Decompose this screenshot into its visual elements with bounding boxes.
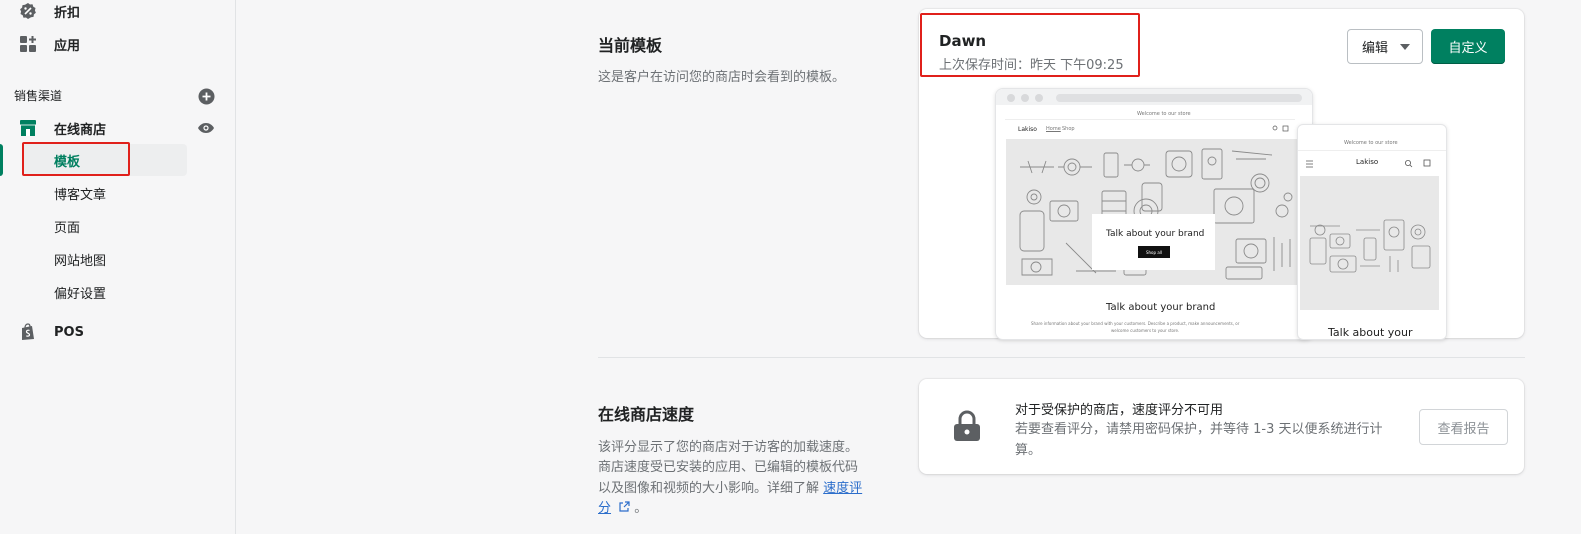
caret-down-icon [1400,44,1410,50]
preview-store-name-mobile: Lakiso [1356,158,1379,166]
sidebar-item-label: 网站地图 [54,253,107,269]
add-channel-icon[interactable] [196,86,216,106]
speed-score-link[interactable]: 速度评 [823,481,862,496]
sidebar-item-apps[interactable]: 应用 [0,30,236,58]
speed-unavailable-title: 对于受保护的商店，速度评分不可用 [1015,403,1224,418]
sidebar-item-label: 折扣 [54,5,81,21]
sidebar-item-label: 页面 [54,220,81,236]
sidebar-item-label: POS [54,324,84,340]
preview-mobile-heading: Talk about your [1328,326,1413,339]
sidebar: 折扣 应用 销售渠道 在线商店 模板 博客文章 页面 网站地图 偏好设置 POS [0,0,236,534]
store-icon [18,118,38,138]
sidebar-item-label: 偏好设置 [54,286,107,302]
external-link-icon[interactable] [615,501,634,516]
sidebar-item-label: 应用 [54,38,81,54]
theme-preview-mobile: Welcome to our store Lakiso Talk about y… [1297,124,1447,340]
preview-text-line-1: Share information about your brand with … [1031,321,1240,326]
discount-icon [18,1,38,21]
view-report-button[interactable]: 查看报告 [1419,409,1508,445]
lock-icon [952,410,982,446]
preview-banner-heading: Talk about your brand [1106,229,1205,239]
desc-text: 以及图像和视频的大小影响。详细了解 [598,481,820,496]
preview-nav-home: Home [1046,126,1061,132]
sidebar-item-label: 在线商店 [54,122,107,138]
sidebar-item-preferences[interactable]: 偏好设置 [22,276,187,308]
sidebar-item-label: 模板 [54,154,81,170]
preview-announcement: Welcome to our store [1137,111,1191,117]
hero-overlay-card [1092,214,1215,270]
sales-channels-title: 销售渠道 [14,89,63,103]
sidebar-item-discounts[interactable]: 折扣 [0,0,236,25]
sidebar-item-themes[interactable]: 模板 [22,144,187,176]
edit-dropdown-button[interactable]: 编辑 [1347,29,1423,64]
preview-nav-shop: Shop [1062,126,1075,132]
sidebar-item-navigation[interactable]: 网站地图 [22,243,187,275]
preview-banner-button: Shop all [1138,246,1170,258]
active-indicator [0,144,3,176]
store-speed-desc-line-4: 分 。 [598,499,647,519]
current-theme-title: 当前模板 [598,36,663,55]
desc-end: 。 [634,501,648,516]
customize-button[interactable]: 自定义 [1431,29,1505,64]
store-speed-desc-line-2: 商店速度受已安装的应用、已编辑的模板代码 [598,460,859,475]
hero-illustration-mobile [1300,176,1439,310]
speed-unavailable-desc: 若要查看评分，请禁用密码保护，并等待 1-3 天以便系统进行计算。 [1015,422,1383,458]
sidebar-item-blog-posts[interactable]: 博客文章 [22,177,187,209]
current-theme-description: 这是客户在访问您的商店时会看到的模板。 [598,70,846,85]
eye-icon[interactable] [196,118,216,138]
store-speed-desc-line-1: 该评分显示了您的商店对于访客的加载速度。 [598,440,859,455]
speed-score-link-cont[interactable]: 分 [598,501,611,516]
theme-preview-desktop: Welcome to our store Lakiso Home Shop Ta… [995,88,1313,340]
sidebar-item-pos[interactable]: POS [0,318,236,346]
preview-text-heading: Talk about your brand [1106,302,1216,313]
preview-text-line-2: welcome customers to your store. [1111,328,1180,333]
shopify-bag-icon [18,322,38,342]
store-speed-desc-line-3: 以及图像和视频的大小影响。详细了解 速度评 [598,479,862,499]
apps-icon [18,34,38,54]
section-divider [598,357,1525,358]
store-speed-title: 在线商店速度 [598,405,695,424]
sidebar-item-pages[interactable]: 页面 [22,210,187,242]
preview-store-name: Lakiso [1018,126,1037,133]
theme-last-saved: 上次保存时间：昨天 下午09:25 [939,58,1124,73]
preview-announcement-mobile: Welcome to our store [1344,140,1398,146]
theme-name: Dawn [939,32,987,50]
sidebar-item-label: 博客文章 [54,187,107,203]
edit-button-label: 编辑 [1362,41,1389,56]
